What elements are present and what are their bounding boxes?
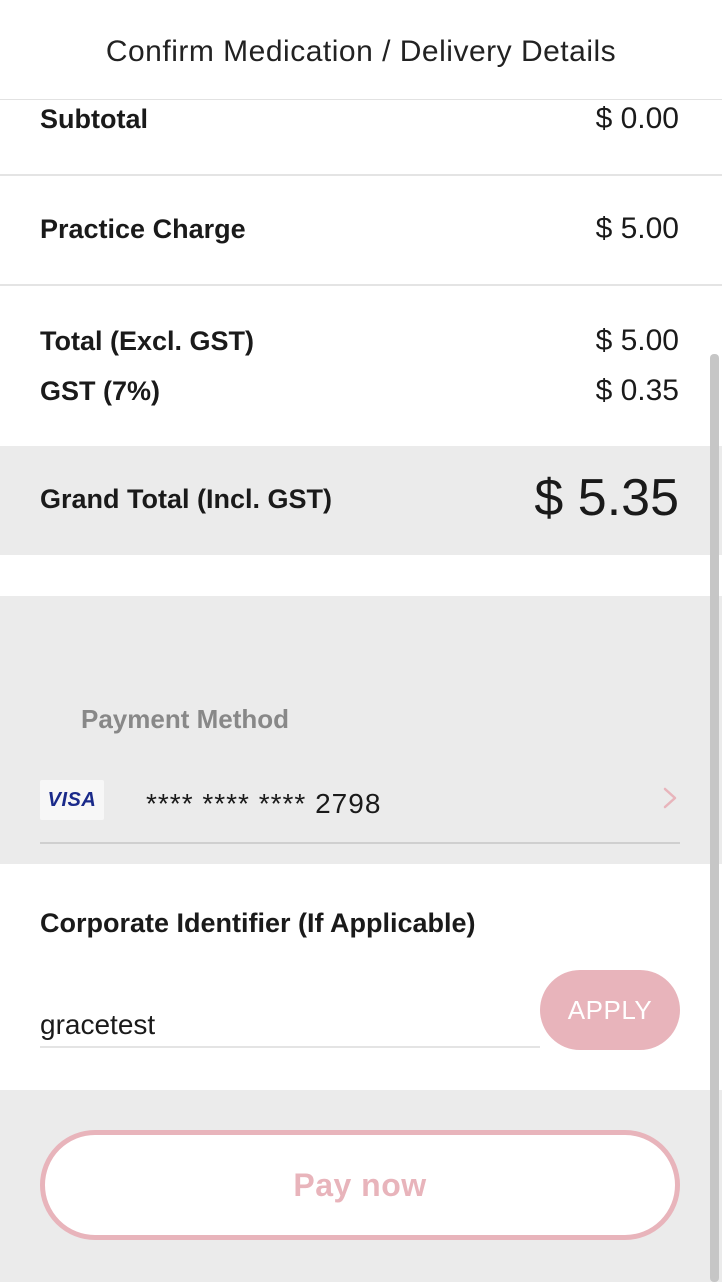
practice-charge-label: Practice Charge — [40, 214, 246, 244]
payment-method-underline — [40, 842, 680, 844]
corporate-identifier-section: Corporate Identifier (If Applicable) APP… — [0, 864, 722, 1090]
total-excl-gst-label: Total (Excl. GST) — [40, 326, 255, 356]
corporate-identifier-input[interactable] — [40, 1004, 540, 1048]
payment-method-label: Payment Method — [81, 704, 290, 734]
apply-button[interactable]: APPLY — [540, 970, 680, 1050]
page-title: Confirm Medication / Delivery Details — [105, 34, 617, 68]
pay-now-button[interactable]: Pay now — [40, 1130, 680, 1240]
subtotal-row: Subtotal $ 0.00 — [0, 100, 722, 174]
total-excl-gst-value: $ 5.00 — [595, 324, 679, 357]
subtotal-value: $ 0.00 — [595, 102, 679, 135]
app-header: Confirm Medication / Delivery Details — [0, 0, 722, 100]
chevron-right-icon[interactable] — [658, 786, 682, 810]
payment-method-section: Payment Method VISA **** **** **** 2798 — [0, 596, 722, 864]
grand-total-label: Grand Total (Incl. GST) — [40, 484, 333, 514]
scrollbar[interactable] — [710, 354, 719, 1282]
footer: Pay now — [0, 1090, 722, 1282]
card-number[interactable]: **** **** **** 2798 — [146, 788, 381, 820]
gst-value: $ 0.35 — [595, 374, 679, 407]
totals-block: Total (Excl. GST) $ 5.00 GST (7%) $ 0.35 — [0, 286, 722, 446]
practice-charge-row: Practice Charge $ 5.00 — [0, 176, 722, 284]
corporate-identifier-label: Corporate Identifier (If Applicable) — [40, 908, 476, 938]
practice-charge-value: $ 5.00 — [595, 212, 679, 245]
visa-card-icon: VISA — [40, 780, 104, 820]
grand-total-row: Grand Total (Incl. GST) $ 5.35 — [0, 446, 722, 555]
gst-label: GST (7%) — [40, 376, 161, 406]
subtotal-label: Subtotal — [40, 104, 148, 134]
grand-total-value: $ 5.35 — [534, 469, 679, 527]
